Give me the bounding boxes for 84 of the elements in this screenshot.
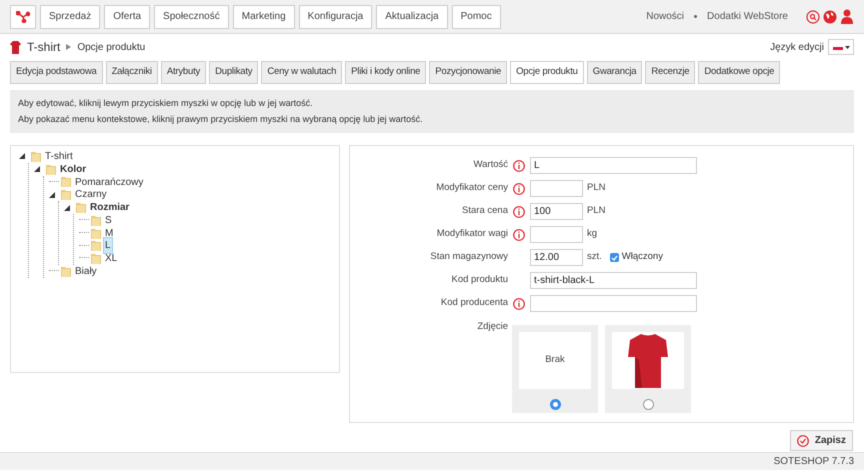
tab[interactable]: Ceny w walutach [261, 61, 342, 84]
menu-button[interactable]: Społeczność [154, 4, 229, 28]
input-field[interactable]: t-shirt-black-L [530, 272, 697, 289]
input-field[interactable]: L [530, 157, 697, 174]
tree-toggle-icon[interactable] [64, 204, 70, 211]
info-icon[interactable] [513, 206, 525, 218]
menu-button[interactable]: Aktualizacja [376, 4, 448, 28]
unit-label: szt. [587, 250, 602, 264]
tab[interactable]: Załączniki [106, 61, 158, 84]
info-icon[interactable] [513, 182, 525, 194]
no-photo-text: Brak [545, 353, 565, 368]
logo-icon [16, 10, 30, 22]
field-label: Modyfikator wagi [436, 227, 508, 242]
unit-label: PLN [587, 181, 606, 196]
menu-button[interactable]: Sprzedaż [40, 4, 100, 28]
menu-button[interactable]: Pomoc [452, 4, 501, 28]
tab[interactable]: Edycja podstawowa [10, 61, 103, 84]
unit-label: PLN [587, 204, 606, 218]
menu-button[interactable]: Oferta [104, 4, 150, 28]
tree-toggle-icon[interactable] [49, 192, 55, 198]
folder-icon [91, 253, 101, 264]
tree-item[interactable]: L [103, 237, 113, 254]
folder-icon [91, 214, 101, 226]
tab[interactable]: Gwarancja [586, 61, 642, 84]
checkbox[interactable] [610, 253, 619, 262]
language-label: Język edycji [770, 40, 824, 54]
caret-icon [844, 46, 850, 48]
top-link[interactable]: Dodatki WebStore [707, 9, 788, 24]
folder-icon [46, 164, 56, 175]
field-label: Modyfikator ceny [436, 181, 508, 196]
check-icon [796, 434, 809, 446]
field-label: Zdjęcie [476, 320, 509, 334]
logo-button[interactable] [10, 4, 36, 28]
breadcrumb-arrow-icon [66, 44, 72, 50]
info-icon[interactable] [513, 228, 525, 240]
input-field[interactable]: 12.00 [530, 249, 583, 266]
field-label: Kod producenta [440, 296, 508, 310]
folder-icon [91, 240, 101, 252]
field-label: Kod produktu [451, 273, 508, 288]
info-text: Aby pokazać menu kontekstowe, kliknij prawym przyciskiem myszki na wybraną opcję lub jej wartość. [18, 112, 424, 126]
field-label: Stan magazynowy [430, 250, 508, 264]
tshirt-photo [628, 332, 668, 389]
tree-item[interactable]: Biały [73, 263, 99, 280]
tree-toggle-icon[interactable] [34, 166, 40, 172]
folder-icon [31, 150, 41, 162]
input-field[interactable] [530, 180, 583, 197]
input-field[interactable] [530, 295, 697, 312]
search-icon[interactable] [806, 10, 820, 24]
tab[interactable]: Duplikaty [209, 61, 258, 84]
info-text: Aby edytować, kliknij lewym przyciskiem myszki w opcję lub w jej wartość. [18, 97, 314, 110]
checkbox-label: Włączony [622, 250, 663, 264]
radio-button[interactable] [550, 399, 560, 410]
status-bar: SOTESHOP 7.7.3 [0, 452, 864, 470]
tshirt-icon [10, 40, 21, 54]
tab[interactable]: Dodatkowe opcje [698, 61, 780, 84]
input-field[interactable] [530, 226, 583, 243]
flag-icon [832, 44, 842, 50]
field-label: Stara cena [462, 204, 508, 218]
folder-icon [61, 189, 71, 200]
menu-button[interactable]: Konfiguracja [298, 4, 372, 28]
save-button[interactable]: Zapisz [790, 430, 853, 451]
field-label: Wartość [474, 158, 508, 172]
folder-icon [76, 202, 86, 214]
globe-icon[interactable] [823, 10, 837, 24]
folder-icon [91, 228, 101, 239]
unit-label: kg [587, 227, 598, 242]
tab[interactable]: Opcje produktu [510, 61, 584, 84]
language-select[interactable] [828, 39, 854, 55]
user-icon[interactable] [840, 9, 854, 24]
breadcrumb-current: Opcje produktu [77, 40, 146, 54]
radio-button[interactable] [642, 399, 654, 410]
tab[interactable]: Pozycjonowanie [429, 61, 508, 84]
info-icon[interactable] [513, 298, 525, 310]
tab[interactable]: Pliki i kody online [345, 61, 426, 84]
input-field[interactable]: 100 [530, 203, 583, 220]
info-icon[interactable] [513, 160, 525, 172]
folder-icon [61, 266, 71, 278]
tab[interactable]: Atrybuty [160, 61, 206, 84]
tree-toggle-icon[interactable] [19, 153, 25, 160]
breadcrumb-link[interactable]: T-shirt [27, 38, 60, 56]
top-link[interactable]: Nowości [646, 9, 684, 24]
folder-icon [61, 176, 71, 188]
menu-button[interactable]: Marketing [232, 4, 295, 28]
tab[interactable]: Recenzje [645, 61, 696, 84]
